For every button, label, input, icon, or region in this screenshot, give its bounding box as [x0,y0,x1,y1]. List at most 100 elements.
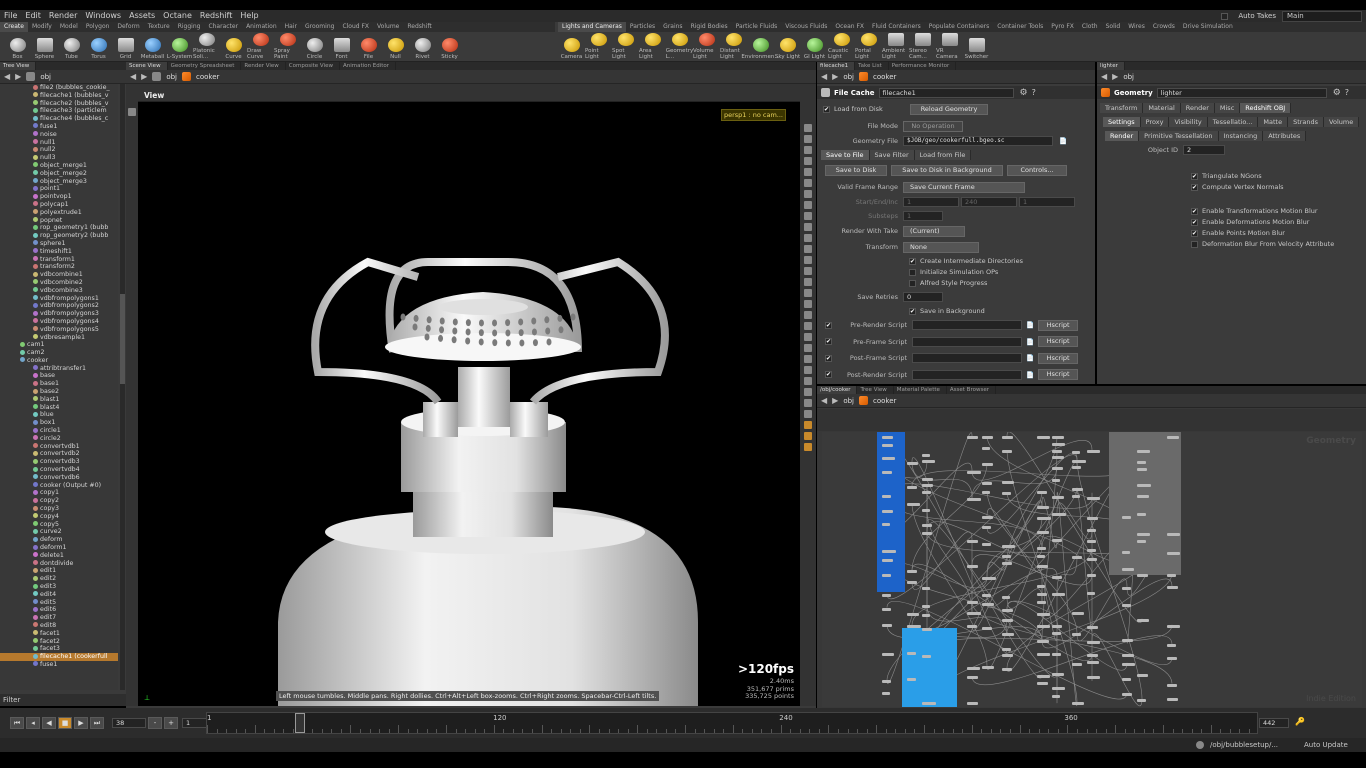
lighter-tab-volume[interactable]: Volume [1324,117,1360,127]
network-node[interactable] [982,436,994,439]
tree-scrollbar[interactable] [120,84,125,690]
network-node[interactable] [1072,451,1081,455]
network-node[interactable] [1002,596,1011,600]
network-node[interactable] [1037,564,1049,568]
display-option-icon[interactable] [804,311,812,319]
network-node[interactable] [1052,672,1065,676]
network-node[interactable] [1002,555,1012,559]
network-node[interactable] [1072,701,1085,705]
tree-item[interactable]: vdbcombine1 [0,271,118,279]
network-node[interactable] [882,456,896,460]
tree-item[interactable]: transform1 [0,256,118,264]
network-node[interactable] [922,654,931,658]
network-node[interactable] [1072,459,1086,463]
network-node[interactable] [907,486,917,490]
post-frame-script-checkbox[interactable] [825,354,832,362]
pre-render-script-field[interactable] [912,320,1022,330]
tree-item[interactable]: convertvdb1 [0,443,118,451]
network-node[interactable] [982,665,994,669]
network-node[interactable] [1052,512,1066,516]
network-node[interactable] [1037,674,1051,678]
forward-arrow-icon[interactable]: ▶ [15,72,21,81]
tree-item[interactable]: base [0,372,118,380]
tab-geometry-spreadsheet[interactable]: Geometry Spreadsheet [168,62,242,70]
shelf-tab-crowds[interactable]: Crowds [1149,22,1179,32]
network-node[interactable] [1122,638,1134,642]
shelf-tab-drive-simulation[interactable]: Drive Simulation [1179,22,1237,32]
tree-item[interactable]: object_merge3 [0,178,118,186]
file-chooser-icon[interactable]: 📄 [1026,371,1034,379]
network-node[interactable] [1002,544,1016,548]
lighter-tab-transform[interactable]: Transform [1100,103,1144,113]
network-node[interactable] [882,523,891,527]
shelf-tab-model[interactable]: Model [56,22,82,32]
network-node[interactable] [967,701,978,705]
frame-decrement-button[interactable]: - [148,717,162,729]
tree-item[interactable]: null1 [0,139,118,147]
network-node[interactable] [1052,687,1066,691]
tree-item[interactable]: object_merge2 [0,170,118,178]
lighter-path-obj[interactable]: obj [1123,73,1134,81]
tab-take-list[interactable]: Take List [855,62,889,70]
network-node[interactable] [967,497,981,501]
network-node[interactable] [1087,558,1098,562]
render-take-menu[interactable]: (Current) [903,225,965,237]
display-option-icon[interactable] [804,322,812,330]
pre-render-script-checkbox[interactable] [825,321,832,329]
network-node[interactable] [907,570,917,574]
alfred-checkbox[interactable] [909,279,916,287]
network-node[interactable] [1122,516,1131,520]
network-node[interactable] [882,494,892,498]
tree-item[interactable]: sphere1 [0,240,118,248]
back-arrow-icon[interactable]: ◀ [821,396,827,405]
tree-item[interactable]: edit6 [0,606,118,614]
lighter-tab-attributes[interactable]: Attributes [1263,131,1307,141]
shelf-tool-sphere[interactable]: Sphere [31,33,58,61]
display-option-icon[interactable] [804,267,812,275]
shelf-tool-switcher[interactable]: Switcher [963,33,990,61]
network-node[interactable] [882,680,892,684]
network-node[interactable] [1037,436,1051,439]
network-node[interactable] [907,461,918,465]
network-node[interactable] [982,446,991,450]
network-node[interactable] [982,516,994,520]
tree-item[interactable]: facet1 [0,630,118,638]
network-node[interactable] [1052,496,1065,500]
menu-assets[interactable]: Assets [125,10,159,22]
tree-item[interactable]: copy4 [0,513,118,521]
file-mode-menu[interactable]: No Operation [903,120,963,132]
tree-item[interactable]: edit3 [0,583,118,591]
network-node[interactable] [882,443,893,447]
display-option-icon[interactable] [804,432,812,440]
end-frame-field[interactable]: 240 [961,197,1017,207]
network-node[interactable] [922,484,933,488]
shelf-tab-animation[interactable]: Animation [242,22,281,32]
network-node[interactable] [1037,682,1048,686]
end-frame-field[interactable]: 442 [1259,718,1289,728]
network-node[interactable] [922,459,935,463]
shelf-tab-modify[interactable]: Modify [28,22,56,32]
back-arrow-icon[interactable]: ◀ [130,72,136,81]
network-path-obj[interactable]: obj [843,397,854,405]
network-node[interactable] [922,531,933,535]
back-arrow-icon[interactable]: ◀ [1101,72,1107,81]
network-node[interactable] [882,653,894,657]
tab-render-view[interactable]: Render View [241,62,286,70]
tree-item[interactable]: edit7 [0,614,118,622]
forward-arrow-icon[interactable]: ▶ [1112,72,1118,81]
tree-item[interactable]: polyextrude1 [0,209,118,217]
shelf-tool-spray-paint[interactable]: Spray Paint [274,33,301,61]
display-option-icon[interactable] [804,223,812,231]
network-node[interactable] [1052,694,1061,698]
network-node[interactable] [1087,517,1098,521]
network-node[interactable] [1002,492,1011,496]
help-icon[interactable]: ? [1032,88,1036,97]
inc-frame-field[interactable]: 1 [1019,197,1075,207]
network-node[interactable] [1137,618,1150,622]
tree-item[interactable]: edit5 [0,599,118,607]
display-option-icon[interactable] [804,245,812,253]
tree-filter[interactable]: Filter [0,694,126,706]
jump-start-button[interactable]: ⏮ [10,717,24,729]
shelf-tab-rigid-bodies[interactable]: Rigid Bodies [687,22,732,32]
shelf-tab-deform[interactable]: Deform [113,22,143,32]
